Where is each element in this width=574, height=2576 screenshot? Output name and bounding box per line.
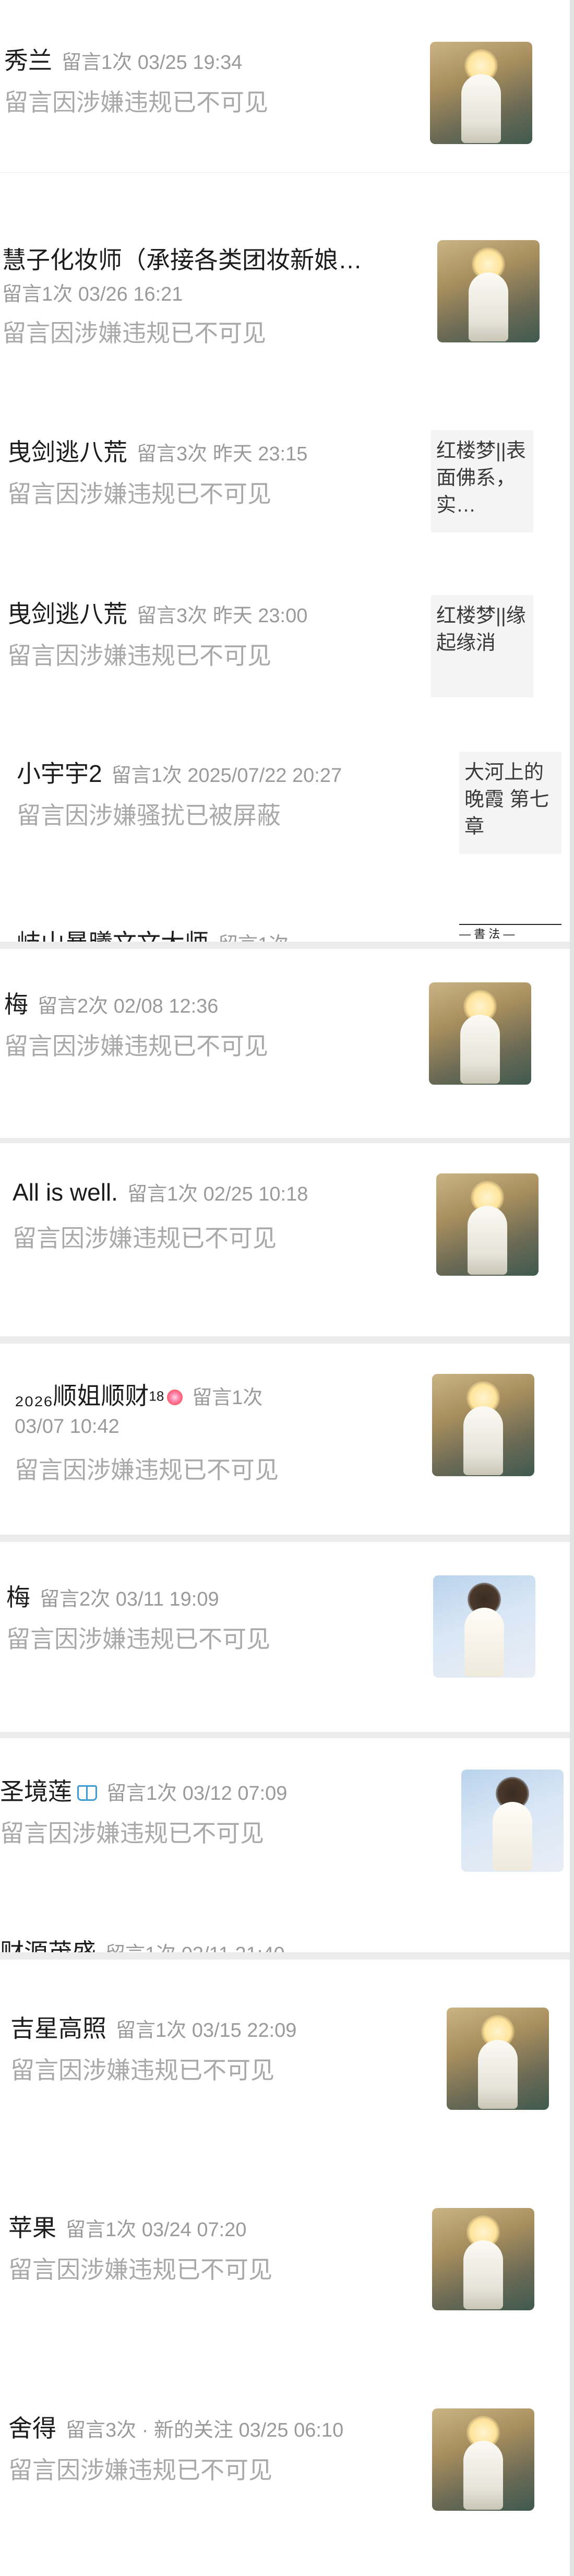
comment-body: 留言因涉嫌违规已不可见 xyxy=(15,1456,279,1483)
comment-item[interactable]: 秀兰 留言1次 03/25 19:34 留言因涉嫌违规已不可见 xyxy=(0,0,570,173)
comment-item[interactable]: 梅留言2次 03/11 19:09 留言因涉嫌违规已不可见 xyxy=(0,1542,570,1732)
comment-date: 03/07 10:42 xyxy=(15,1416,119,1438)
comment-item[interactable]: All is well. 留言1次 02/25 10:18 留言因涉嫌违规已不可见 xyxy=(0,1143,570,1337)
comment-meta: 留言1次 02/25 10:18 xyxy=(127,1183,308,1205)
comment-item[interactable]: 小宇宇2 留言1次 2025/07/22 20:27 留言因涉嫌骚扰已被屏蔽 大河… xyxy=(0,726,570,893)
guanyin-portrait-icon[interactable] xyxy=(433,1575,535,1678)
comment-body: 留言因涉嫌违规已不可见 xyxy=(8,2456,272,2484)
book-badge-icon xyxy=(77,1785,97,1801)
guanyin-painting-icon[interactable] xyxy=(430,42,532,144)
commenter-name[interactable]: 小宇宇2 xyxy=(17,760,102,787)
comment-meta: 留言3次 · 新的关注 03/25 06:10 xyxy=(66,2419,344,2441)
comment-meta: 留言3次 昨天 23:00 xyxy=(137,605,308,627)
commenter-name[interactable]: 圣境莲 xyxy=(0,1778,72,1805)
strip-gap xyxy=(0,1336,574,1344)
comment-meta: 留言3次 昨天 23:15 xyxy=(137,443,308,465)
guanyin-painting-icon[interactable] xyxy=(432,2408,534,2511)
guanyin-portrait-icon[interactable] xyxy=(461,1770,564,1872)
calligraphy-thumbnail-icon[interactable]: — 書 法 — xyxy=(459,924,561,941)
comment-body: 留言因涉嫌违规已不可见 xyxy=(0,1820,264,1847)
comment-body: 留言因涉嫌骚扰已被屏蔽 xyxy=(17,802,281,829)
comment-item[interactable]: 圣境莲 留言1次 03/12 07:09 留言因涉嫌违规已不可见 xyxy=(0,1738,570,1911)
commenter-name[interactable]: 梅 xyxy=(4,991,28,1018)
strip-gap xyxy=(0,942,574,949)
comment-body: 留言因涉嫌违规已不可见 xyxy=(8,2256,272,2283)
comment-item[interactable]: 岐山暴曦文文大师 留言1次 — 書 法 — xyxy=(0,893,570,942)
commenter-name[interactable]: 梅 xyxy=(6,1584,30,1611)
comment-item[interactable]: 曳剑逃八荒 留言3次 昨天 23:00 留言因涉嫌违规已不可见 红楼梦||缘起缘消 xyxy=(0,559,570,726)
comment-meta: 留言1次 03/24 07:20 xyxy=(66,2219,247,2241)
commenter-name[interactable]: 舍得 xyxy=(8,2415,56,2442)
strip-gap xyxy=(0,1138,574,1143)
article-preview[interactable]: 红楼梦||缘起缘消 xyxy=(431,595,533,697)
comment-item[interactable]: 财源茂盛留言1次 03/11 21:40 xyxy=(0,1910,570,1953)
comment-meta: 留言2次 03/11 19:09 xyxy=(40,1588,219,1610)
commenter-name[interactable]: 曳剑逃八荒 xyxy=(7,600,127,627)
guanyin-painting-icon[interactable] xyxy=(432,1374,534,1476)
commenter-name[interactable]: All is well. xyxy=(13,1179,118,1206)
guanyin-painting-icon[interactable] xyxy=(436,1173,539,1276)
comment-meta: 留言1次 03/25 19:34 xyxy=(62,52,243,74)
strip-gap xyxy=(0,1732,574,1738)
commenter-name[interactable]: 苹果 xyxy=(8,2214,56,2241)
comment-body: 留言因涉嫌违规已不可见 xyxy=(2,319,266,347)
commenter-name[interactable]: ₂₀₂₆顺姐顺财 xyxy=(15,1382,149,1409)
commenter-name[interactable]: 吉星高照 xyxy=(10,2015,106,2042)
lollipop-icon xyxy=(167,1390,183,1405)
comment-item[interactable]: 慧子化妆师（承接各类团妆新娘… 留言1次 03/26 16:21 留言因涉嫌违规… xyxy=(0,198,570,376)
comment-body: 留言因涉嫌违规已不可见 xyxy=(6,1625,270,1653)
comment-body: 留言因涉嫌违规已不可见 xyxy=(10,2057,274,2084)
comment-item[interactable]: 曳剑逃八荒 留言3次 昨天 23:15 留言因涉嫌违规已不可见 红楼梦||表面佛系… xyxy=(0,376,570,559)
commenter-name[interactable]: 财源茂盛 xyxy=(0,1939,96,1952)
comment-body: 留言因涉嫌违规已不可见 xyxy=(4,89,268,116)
comment-meta: 留言1次 03/11 21:40 xyxy=(105,1943,285,1952)
commenter-name[interactable]: 慧子化妆师（承接各类团妆新娘… xyxy=(2,246,362,274)
guanyin-painting-icon[interactable] xyxy=(432,2208,534,2310)
comment-item[interactable]: 吉星高照 留言1次 03/15 22:09 留言因涉嫌违规已不可见 xyxy=(0,1960,570,2162)
comment-body: 留言因涉嫌违规已不可见 xyxy=(13,1225,277,1252)
commenter-name[interactable]: 秀兰 xyxy=(4,47,52,74)
strip-gap xyxy=(0,1952,574,1960)
comment-body: 留言因涉嫌违规已不可见 xyxy=(7,480,271,507)
comment-body: 留言因涉嫌违规已不可见 xyxy=(4,1032,268,1060)
comment-meta: 留言1次 xyxy=(192,1387,263,1409)
comment-item[interactable]: ₂₀₂₆顺姐顺财18 留言1次 03/07 10:42 留言因涉嫌违规已不可见 xyxy=(0,1344,570,1535)
commenter-name[interactable]: 岐山暴曦文文大师 xyxy=(17,929,209,942)
comment-meta: 留言2次 02/08 12:36 xyxy=(38,995,219,1017)
guanyin-painting-icon[interactable] xyxy=(447,2008,549,2110)
comment-meta: 留言1次 2025/07/22 20:27 xyxy=(111,765,342,787)
guanyin-painting-icon[interactable] xyxy=(437,240,540,342)
commenter-name[interactable]: 曳剑逃八荒 xyxy=(7,438,127,466)
right-edge-shadow xyxy=(570,0,574,2576)
article-preview[interactable]: 大河上的晚霞 第七章 xyxy=(459,752,561,854)
comment-body: 留言因涉嫌违规已不可见 xyxy=(7,642,271,669)
comment-meta: 留言1次 03/12 07:09 xyxy=(106,1783,288,1805)
comment-meta: 留言1次 03/26 16:21 xyxy=(2,283,183,305)
article-preview[interactable]: 红楼梦||表面佛系，实… xyxy=(431,430,533,532)
guanyin-painting-icon[interactable] xyxy=(429,982,531,1085)
comment-meta: 留言1次 xyxy=(218,934,289,942)
comment-item[interactable]: 梅留言2次 02/08 12:36 留言因涉嫌违规已不可见 xyxy=(0,949,570,1138)
strip-gap xyxy=(0,1535,574,1542)
comment-item[interactable]: 苹果 留言1次 03/24 07:20 留言因涉嫌违规已不可见 xyxy=(0,2161,570,2365)
comment-meta: 留言1次 03/15 22:09 xyxy=(116,2020,297,2041)
comment-item[interactable]: 舍得 留言3次 · 新的关注 03/25 06:10 留言因涉嫌违规已不可见 xyxy=(0,2365,570,2576)
name-superscript: 18 xyxy=(149,1388,164,1404)
